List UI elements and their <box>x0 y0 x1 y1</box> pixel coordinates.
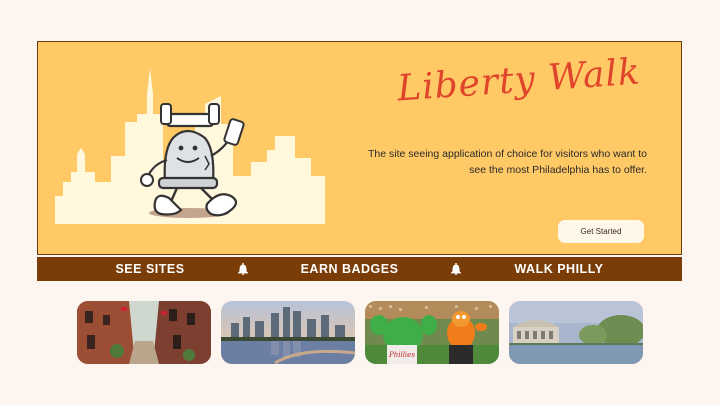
svg-text:Phillies: Phillies <box>388 351 415 359</box>
boathouse-row-photo[interactable] <box>509 301 643 364</box>
nav-walk-philly[interactable]: WALK PHILLY <box>514 262 603 276</box>
skyline-mascot-illustration <box>55 68 325 224</box>
elfreths-alley-photo[interactable] <box>77 301 211 364</box>
bell-icon <box>451 263 462 275</box>
get-started-button[interactable]: Get Started <box>558 220 644 243</box>
nav-bar: SEE SITES EARN BADGES WALK PHILLY <box>37 257 682 281</box>
nav-earn-badges[interactable]: EARN BADGES <box>301 262 399 276</box>
bell-icon <box>237 263 248 275</box>
brand-logo-text: Liberty Walk <box>395 51 643 110</box>
hero-banner: Liberty Walk The site seeing application… <box>37 41 682 255</box>
mascots-photo[interactable]: Phillies <box>365 301 499 364</box>
nav-see-sites[interactable]: SEE SITES <box>115 262 184 276</box>
hero-tagline: The site seeing application of choice fo… <box>368 148 647 176</box>
philadelphia-skyline-photo[interactable] <box>221 301 355 364</box>
